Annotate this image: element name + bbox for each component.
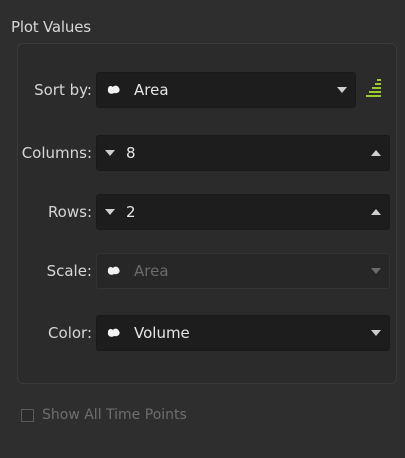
rows-value[interactable]: 2 bbox=[126, 195, 136, 229]
color-value: Volume bbox=[134, 324, 190, 342]
dropdown-arrow-icon bbox=[337, 73, 347, 107]
color-dropdown[interactable]: Volume bbox=[96, 315, 390, 351]
rows-label: Rows: bbox=[47, 203, 92, 221]
scale-value: Area bbox=[134, 262, 169, 280]
columns-value[interactable]: 8 bbox=[126, 136, 136, 170]
increment-arrow-icon[interactable] bbox=[371, 195, 381, 229]
sort-by-row: Sort by: Area bbox=[0, 72, 405, 108]
sort-by-dropdown[interactable]: Area bbox=[96, 72, 356, 108]
show-all-time-points-checkbox[interactable] bbox=[21, 408, 34, 422]
rows-row: Rows: 2 bbox=[0, 194, 405, 230]
color-row: Color: Volume bbox=[0, 315, 405, 351]
scale-label: Scale: bbox=[46, 262, 92, 280]
columns-label: Columns: bbox=[21, 144, 92, 162]
scale-row: Scale: Area bbox=[0, 253, 405, 289]
show-all-time-points-checkbox-row[interactable]: Show All Time Points bbox=[21, 405, 187, 425]
decrement-arrow-icon[interactable] bbox=[105, 136, 115, 170]
blob-icon bbox=[107, 73, 121, 107]
dropdown-arrow-icon bbox=[371, 254, 381, 288]
sort-order-button[interactable] bbox=[362, 78, 386, 102]
panel-title: Plot Values bbox=[11, 18, 91, 36]
sort-by-label: Sort by: bbox=[34, 81, 92, 99]
color-label: Color: bbox=[48, 324, 92, 342]
decrement-arrow-icon[interactable] bbox=[105, 195, 115, 229]
plot-values-panel: Plot Values Sort by: Area Columns: 8 Row… bbox=[0, 0, 405, 458]
show-all-time-points-label: Show All Time Points bbox=[42, 407, 187, 423]
increment-arrow-icon[interactable] bbox=[371, 136, 381, 170]
blob-icon bbox=[107, 254, 121, 288]
scale-dropdown: Area bbox=[96, 253, 390, 289]
columns-spinbox[interactable]: 8 bbox=[96, 135, 390, 171]
rows-spinbox[interactable]: 2 bbox=[96, 194, 390, 230]
dropdown-arrow-icon bbox=[371, 316, 381, 350]
blob-icon bbox=[107, 316, 121, 350]
sort-ascending-icon bbox=[365, 78, 383, 102]
sort-by-value: Area bbox=[134, 81, 169, 99]
columns-row: Columns: 8 bbox=[0, 135, 405, 171]
